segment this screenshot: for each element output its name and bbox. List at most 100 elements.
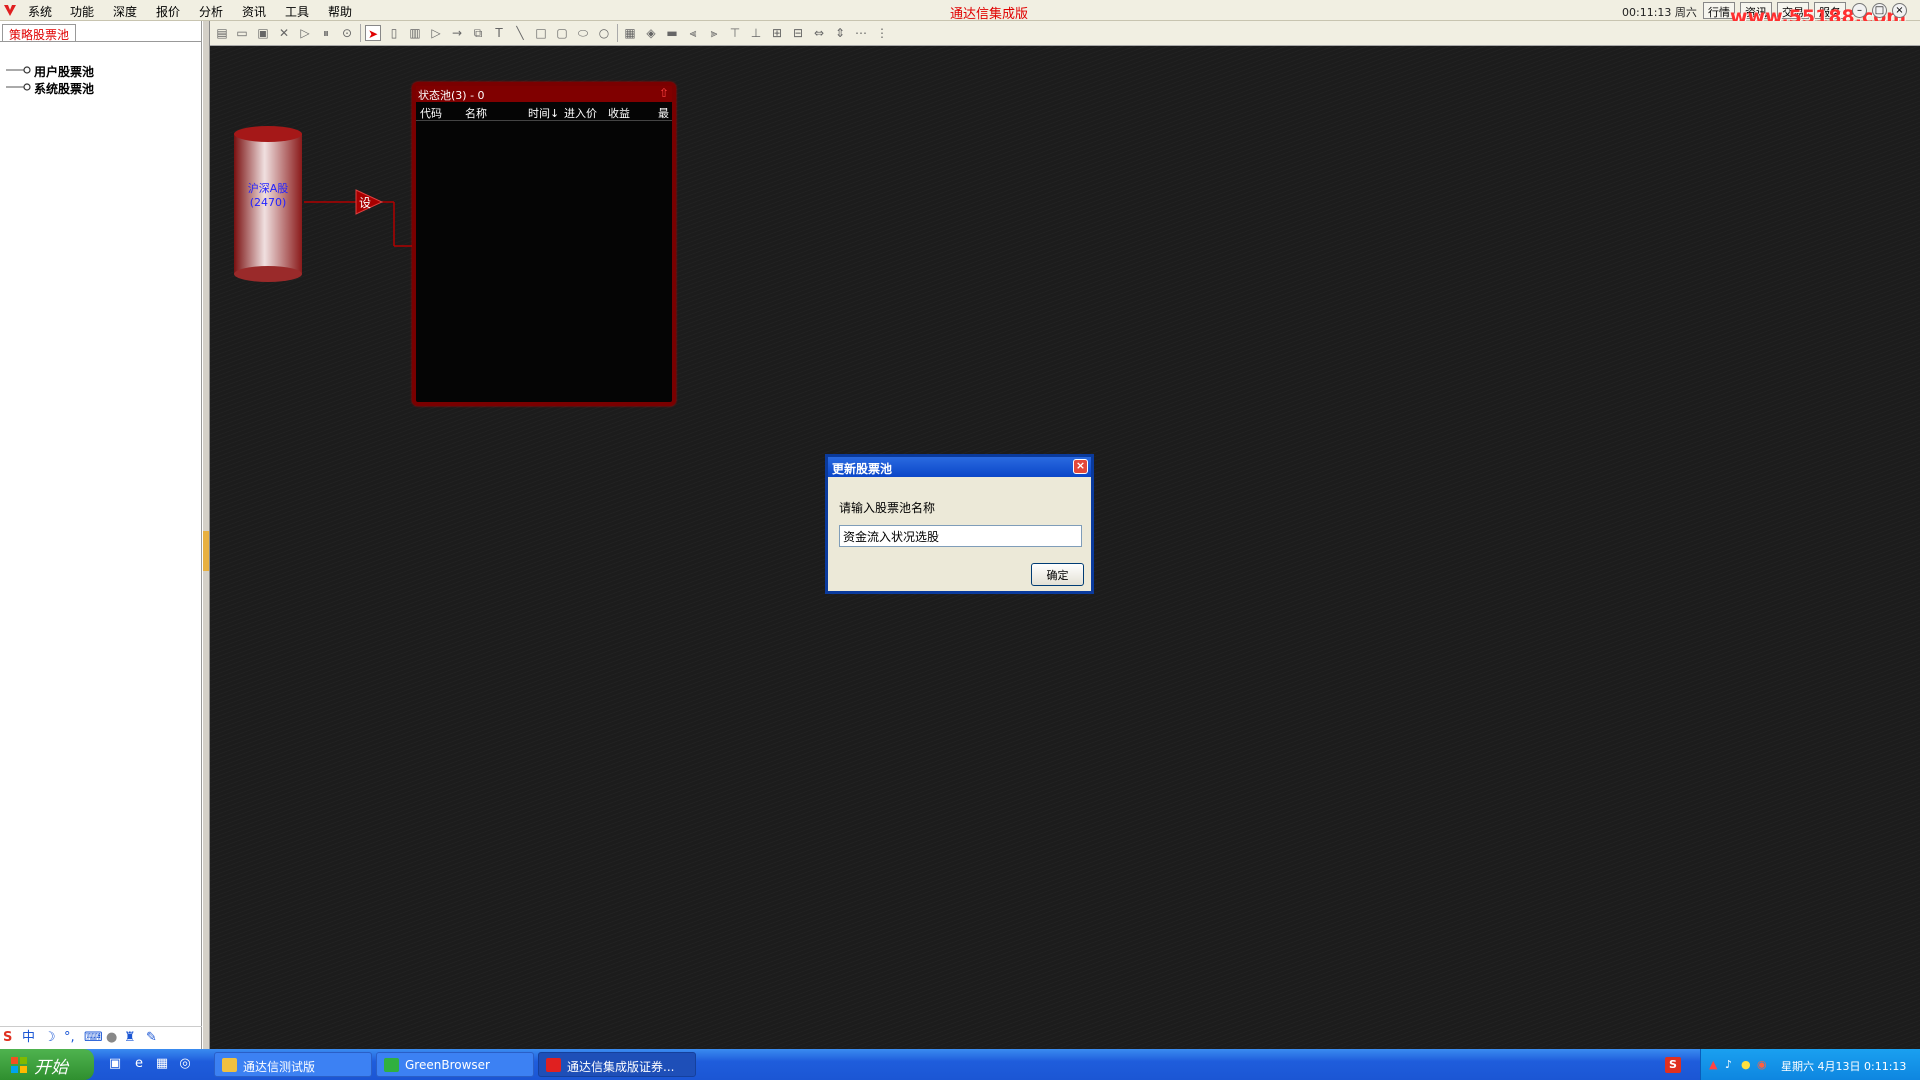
splitter-grip[interactable] [203, 531, 209, 571]
dialog-titlebar[interactable]: 更新股票池 × [828, 457, 1091, 477]
start-button[interactable]: 开始 [0, 1049, 94, 1080]
system-tray: ▲ ♪ ● ◉ 星期六 4月13日 0:11:13 [1700, 1049, 1920, 1080]
same-width-icon[interactable]: ⇔ [811, 25, 827, 41]
distribute-v-icon[interactable]: ⋮ [874, 25, 890, 41]
column-entry-price[interactable]: 进入价 [564, 105, 597, 121]
column-time[interactable]: 时间↓ [528, 105, 559, 121]
user-icon[interactable]: ● [106, 1031, 117, 1045]
windows-logo-icon [11, 1057, 27, 1073]
align-middle-icon[interactable]: ⊟ [790, 25, 806, 41]
tree-item-system-pool[interactable]: 系统股票池 [34, 80, 94, 97]
triangle-tool-icon[interactable]: ▷ [428, 25, 444, 41]
align-left-icon[interactable]: ⫷ [685, 25, 701, 41]
pointer-icon[interactable]: ➤ [365, 25, 381, 41]
task-tdx-integrated[interactable]: 通达信集成版证券... [538, 1052, 696, 1077]
network-icon[interactable]: ▲ [1709, 1058, 1721, 1071]
task-label: 通达信测试版 [243, 1060, 316, 1074]
design-canvas[interactable]: 沪深A股 (2470) 设 状态池(3) - 0 ⇧ 代码 名称 时间↓ 进入价… [210, 46, 1920, 1049]
antivirus-icon[interactable]: ◉ [1757, 1058, 1769, 1071]
ime-toolbar: S 中 ☽ °, ⌨ ● ♜ ✎ [0, 1026, 202, 1049]
stop-icon[interactable]: ⊙ [339, 25, 355, 41]
punctuation-icon[interactable]: °, [64, 1031, 75, 1045]
menu-depth[interactable]: 深度 [113, 3, 137, 20]
align-top-icon[interactable]: ⊤ [727, 25, 743, 41]
media-icon[interactable]: ▦ [154, 1056, 170, 1072]
qq-icon[interactable]: ● [1741, 1058, 1753, 1071]
align-right-icon[interactable]: ⫸ [706, 25, 722, 41]
state-pool-panel[interactable]: 状态池(3) - 0 ⇧ 代码 名称 时间↓ 进入价 收益 最 [412, 82, 676, 406]
column-return[interactable]: 收益 [608, 105, 630, 121]
panel-tool-icon[interactable]: ▥ [407, 25, 423, 41]
folder-icon [222, 1058, 237, 1072]
fill-icon[interactable]: ◈ [643, 25, 659, 41]
align-bottom-icon[interactable]: ⊥ [748, 25, 764, 41]
group-tool-icon[interactable]: ⧉ [470, 25, 486, 41]
play-icon[interactable]: ▷ [297, 25, 313, 41]
pool-title-bar[interactable]: 状态池(3) - 0 ⇧ [416, 86, 672, 102]
column-last[interactable]: 最 [658, 105, 670, 121]
sogou-icon[interactable]: S [1665, 1057, 1681, 1073]
save-icon[interactable]: ▣ [255, 25, 271, 41]
rect-tool-icon[interactable]: □ [533, 25, 549, 41]
clock: 00:11:13 周六 [1622, 6, 1697, 19]
distribute-h-icon[interactable]: ⋯ [853, 25, 869, 41]
task-tdx-test[interactable]: 通达信测试版 [214, 1052, 372, 1077]
sidebar: 策略股票池 用户股票池 系统股票池 S 中 ☽ °, ⌨ ● ♜ ✎ [0, 21, 202, 1049]
line-width-icon[interactable]: ▬ [664, 25, 680, 41]
menu-system[interactable]: 系统 [28, 3, 52, 20]
tab-strategy-pool[interactable]: 策略股票池 [2, 24, 77, 42]
greenbrowser-icon [384, 1058, 399, 1072]
menu-analysis[interactable]: 分析 [199, 3, 223, 20]
column-name[interactable]: 名称 [465, 105, 487, 121]
menu-function[interactable]: 功能 [70, 3, 94, 20]
tab-divider [0, 41, 202, 42]
align-center-icon[interactable]: ⊞ [769, 25, 785, 41]
text-tool-icon[interactable]: T [491, 25, 507, 41]
collapse-up-icon[interactable]: ⇧ [659, 86, 669, 100]
menu-news[interactable]: 资讯 [242, 3, 266, 20]
chinese-mode-icon[interactable]: 中 [22, 1031, 35, 1045]
show-desktop-icon[interactable]: ▣ [107, 1056, 123, 1072]
browser-icon[interactable]: ◎ [177, 1056, 193, 1072]
menu-tools[interactable]: 工具 [285, 3, 309, 20]
new-file-icon[interactable]: ▤ [214, 25, 230, 41]
toolbar-separator [617, 24, 618, 42]
sidebar-splitter[interactable] [202, 21, 210, 1049]
restore-icon[interactable]: □ [1872, 3, 1887, 18]
pool-name-input[interactable] [839, 525, 1082, 547]
close-icon[interactable]: × [1073, 459, 1088, 474]
wrench-icon[interactable]: ✎ [146, 1031, 157, 1045]
tdx-app-icon [546, 1058, 561, 1072]
arrow-tool-icon[interactable]: → [449, 25, 465, 41]
dialog-title: 更新股票池 [832, 462, 893, 476]
pause-icon[interactable]: ⏸ [318, 25, 334, 41]
ie-icon[interactable]: e [131, 1056, 147, 1072]
pool-title: 状态池(3) - 0 [418, 89, 485, 102]
skin-icon[interactable]: ♜ [124, 1031, 136, 1045]
clipboard-icon[interactable]: ▦ [622, 25, 638, 41]
moon-icon[interactable]: ☽ [44, 1031, 56, 1045]
same-height-icon[interactable]: ⇕ [832, 25, 848, 41]
ellipse-tool-icon[interactable]: ⬭ [575, 25, 591, 41]
toolbar: ▤ ▭ ▣ ✕ ▷ ⏸ ⊙ ➤ ▯ ▥ ▷ → ⧉ T ╲ □ ▢ ⬭ ○ ▦ … [210, 21, 1920, 46]
keyboard-icon[interactable]: ⌨ [84, 1031, 103, 1045]
menu-help[interactable]: 帮助 [328, 3, 352, 20]
ok-button[interactable]: 确定 [1031, 563, 1084, 586]
sogou-icon[interactable]: S [3, 1031, 12, 1045]
task-label: GreenBrowser [405, 1058, 490, 1072]
volume-icon[interactable]: ♪ [1725, 1058, 1737, 1071]
delete-icon[interactable]: ✕ [276, 25, 292, 41]
close-window-icon[interactable]: × [1892, 3, 1907, 18]
minimize-icon[interactable]: – [1852, 3, 1867, 18]
open-file-icon[interactable]: ▭ [234, 25, 250, 41]
tree-item-user-pool[interactable]: 用户股票池 [34, 63, 94, 80]
tree-connector-icon [6, 83, 31, 91]
app-title: 通达信集成版 [950, 7, 1029, 22]
menu-quote[interactable]: 报价 [156, 3, 180, 20]
circle-tool-icon[interactable]: ○ [596, 25, 612, 41]
task-greenbrowser[interactable]: GreenBrowser [376, 1052, 534, 1077]
line-tool-icon[interactable]: ╲ [512, 25, 528, 41]
cylinder-tool-icon[interactable]: ▯ [386, 25, 402, 41]
round-rect-tool-icon[interactable]: ▢ [554, 25, 570, 41]
column-code[interactable]: 代码 [420, 105, 442, 121]
